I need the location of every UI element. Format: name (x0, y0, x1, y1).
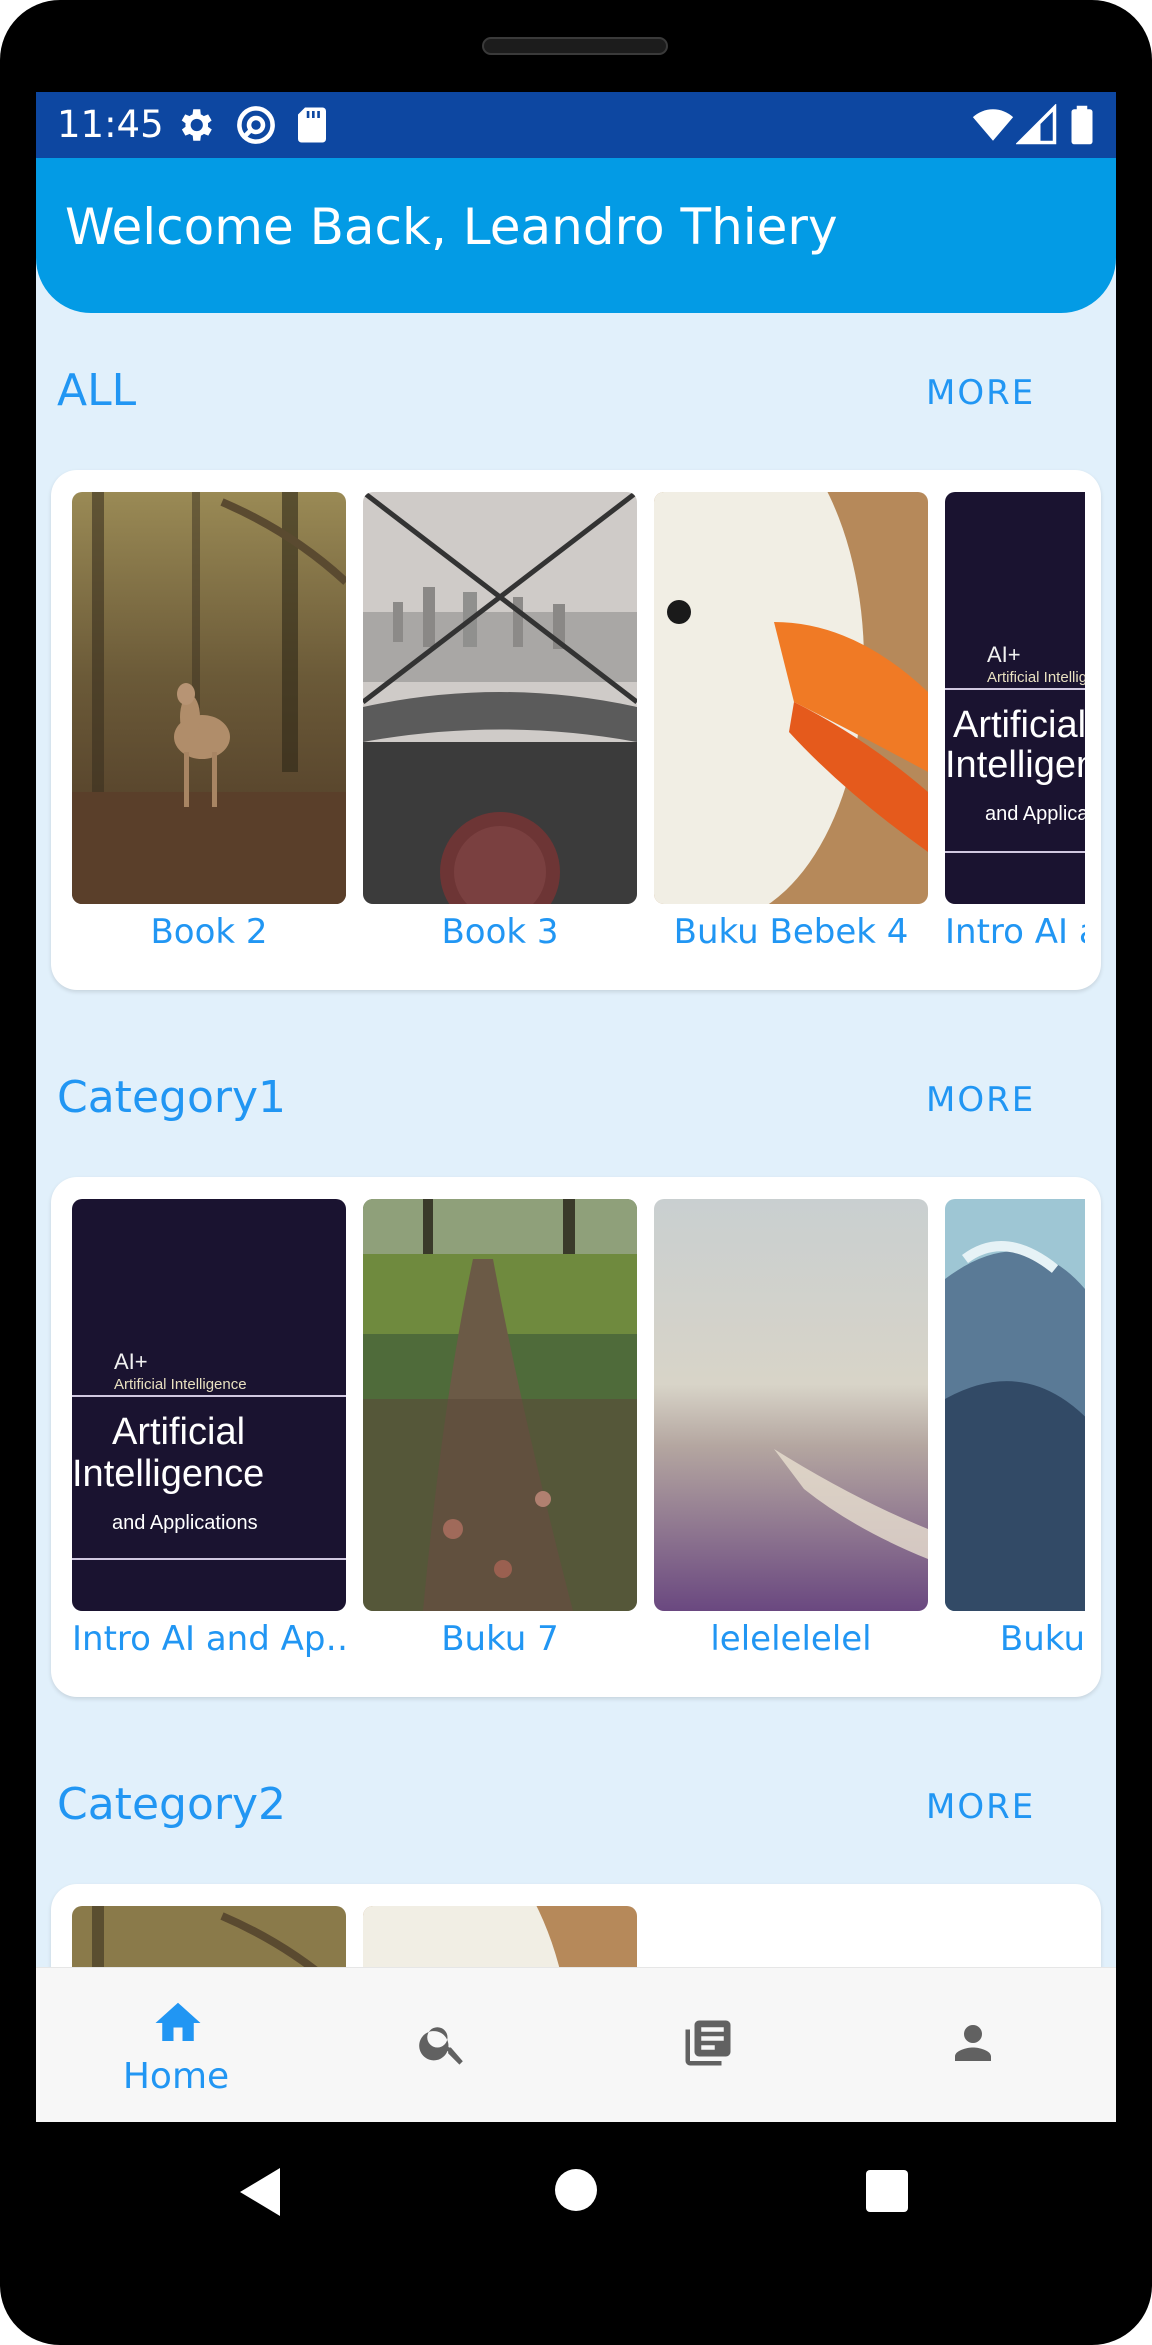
phone-frame: 11:45 Welcome Back, Leandro Thiery ALL M… (0, 0, 1152, 2345)
back-icon[interactable] (236, 2164, 286, 2220)
forest-path-image (363, 1199, 637, 1611)
gear-icon (181, 109, 212, 141)
at-sign-icon (237, 106, 275, 144)
book-title: lelelelelel (710, 1619, 872, 1659)
book-cover (945, 1199, 1085, 1611)
ai-book-cover-image: AI+ Artificial Intelligence Artificial I… (72, 1199, 346, 1611)
more-button[interactable]: MORE (926, 1787, 1035, 1827)
ai-line-2: Intelligence (72, 1453, 264, 1495)
battery-icon (1071, 105, 1093, 145)
book-title: Intro AI and Applications (945, 912, 1085, 952)
section-title: ALL (57, 365, 137, 416)
section-header-all: ALL MORE (36, 355, 1116, 435)
ai-subtitle: and Applications (985, 803, 1085, 825)
more-button[interactable]: MORE (926, 1080, 1035, 1120)
ai-book-cover-image: AI+ Artificial Intelligence Artificial I… (945, 492, 1085, 904)
status-bar: 11:45 (36, 92, 1116, 158)
ai-line-1: Artificial (112, 1411, 245, 1453)
book-cover (654, 492, 928, 904)
signal-icon (1016, 104, 1057, 145)
book-cover (363, 492, 637, 904)
section-header-category1: Category1 MORE (36, 1062, 1116, 1142)
more-button[interactable]: MORE (926, 373, 1035, 413)
book-cover (363, 1199, 637, 1611)
bottom-navigation: Home (36, 1967, 1116, 2122)
library-icon (685, 2020, 731, 2066)
book-item[interactable]: Buku (945, 1199, 1085, 1679)
app-bar: Welcome Back, Leandro Thiery (36, 158, 1116, 313)
status-time: 11:45 (57, 103, 164, 146)
ocean-waves-image (945, 1199, 1085, 1611)
beach-shore-image (654, 1199, 928, 1611)
welcome-title: Welcome Back, Leandro Thiery (65, 198, 838, 256)
ai-subtitle: and Applications (112, 1512, 258, 1534)
phone-speaker (482, 37, 668, 55)
book-title: Buku 7 (441, 1619, 559, 1659)
ai-tag-2: Artificial Intelligence (114, 1376, 247, 1393)
book-cover: AI+ Artificial Intelligence Artificial I… (72, 1199, 346, 1611)
book-item[interactable]: AI+ Artificial Intelligence Artificial I… (945, 492, 1085, 972)
ai-line-1: Artificial (953, 704, 1085, 746)
nav-label: Home (122, 2056, 230, 2097)
search-icon (419, 2027, 463, 2065)
book-title: Buku Bebek 4 (673, 912, 909, 952)
nav-profile[interactable] (836, 1968, 1106, 2122)
book-cover: AI+ Artificial Intelligence Artificial I… (945, 492, 1085, 904)
home-circle-icon[interactable] (554, 2168, 598, 2212)
duck-closeup-image (654, 492, 928, 904)
ai-line-2: Intelligence (945, 744, 1085, 786)
nav-search[interactable] (306, 1968, 576, 2122)
book-title: Book 3 (441, 912, 559, 952)
ai-tag: AI+ (114, 1349, 148, 1374)
recents-icon[interactable] (866, 2170, 908, 2212)
wifi-icon (972, 109, 1014, 141)
ai-tag: AI+ (987, 642, 1021, 667)
person-icon (955, 2025, 991, 2061)
section-title: Category1 (57, 1072, 286, 1123)
deer-in-forest-image (72, 492, 346, 904)
city-through-steering-wheel-image (363, 492, 637, 904)
book-cover (72, 492, 346, 904)
book-title: Book 2 (150, 912, 268, 952)
book-title: Buku (999, 1619, 1085, 1659)
section-header-category2: Category2 MORE (36, 1769, 1116, 1849)
book-carousel-category1[interactable]: AI+ Artificial Intelligence Artificial I… (51, 1177, 1101, 1697)
home-icon (155, 2002, 201, 2041)
system-navigation (0, 2122, 1152, 2282)
book-title: Intro AI and Ap… (72, 1619, 346, 1659)
nav-library[interactable] (571, 1968, 841, 2122)
section-title: Category2 (57, 1779, 286, 1830)
book-carousel-all[interactable]: Book 2 Book 3 Buku Bebek 4 AI+ Artificia… (51, 470, 1101, 990)
sd-card-icon (298, 107, 326, 143)
ai-tag-2: Artificial Intelligence (987, 669, 1085, 686)
nav-home[interactable]: Home (41, 1968, 311, 2122)
book-cover (654, 1199, 928, 1611)
app-screen: 11:45 Welcome Back, Leandro Thiery ALL M… (36, 92, 1116, 2122)
